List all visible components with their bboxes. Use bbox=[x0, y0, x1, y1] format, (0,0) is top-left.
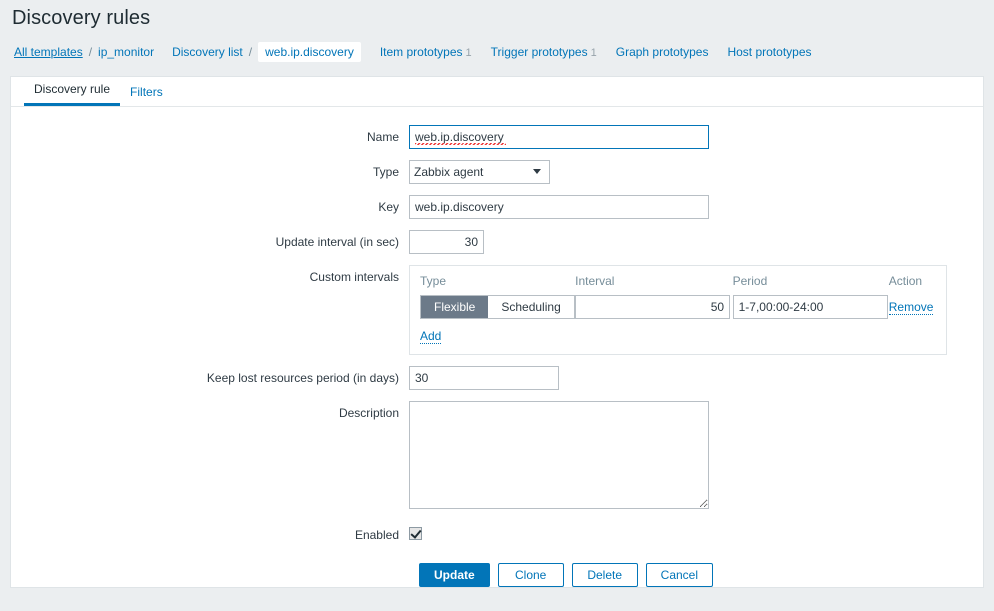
form-actions: Update Clone Delete Cancel bbox=[419, 563, 983, 587]
custom-intervals-box: Type Interval Period Action Flexible Sch… bbox=[409, 265, 947, 355]
update-interval-input[interactable] bbox=[409, 230, 484, 254]
column-header-type: Type bbox=[420, 274, 447, 288]
page-header: Discovery rules bbox=[0, 0, 994, 37]
custom-intervals-header-row: Type Interval Period Action bbox=[420, 274, 936, 295]
nav-item-trigger-prototypes-count: 1 bbox=[590, 46, 597, 59]
tab-filters[interactable]: Filters bbox=[120, 80, 173, 106]
clone-button[interactable]: Clone bbox=[497, 563, 564, 587]
type-select-wrapper: Zabbix agent bbox=[409, 160, 550, 184]
table-row: Flexible Scheduling 50 1-7,00:00-24:00 R… bbox=[420, 295, 936, 319]
column-header-action: Action bbox=[888, 274, 923, 288]
breadcrumb-template[interactable]: ip_monitor bbox=[98, 45, 154, 59]
breadcrumb-separator-1: / bbox=[88, 44, 93, 59]
nav-item-item-prototypes-label: Item prototypes bbox=[379, 44, 463, 59]
enabled-label: Enabled bbox=[354, 528, 399, 542]
toggle-option-scheduling[interactable]: Scheduling bbox=[488, 296, 574, 318]
remove-interval-link[interactable]: Remove bbox=[888, 300, 934, 315]
breadcrumb-discovery-list[interactable]: Discovery list bbox=[172, 45, 243, 59]
interval-type-toggle[interactable]: Flexible Scheduling bbox=[420, 295, 575, 319]
breadcrumb: All templates / ip_monitor Discovery lis… bbox=[0, 37, 994, 66]
key-label: Key bbox=[378, 200, 399, 214]
cell-interval bbox=[575, 295, 732, 319]
nav-item-trigger-prototypes[interactable]: Trigger prototypes 1 bbox=[491, 45, 597, 59]
keep-lost-label: Keep lost resources period (in days) bbox=[206, 371, 399, 385]
type-label: Type bbox=[372, 165, 399, 179]
discovery-rule-form: Name Type Zabbix agent Key bbox=[11, 107, 983, 587]
add-interval-row: Add bbox=[420, 329, 936, 344]
description-label: Description bbox=[338, 406, 399, 420]
period-input[interactable] bbox=[732, 295, 888, 319]
form-row-description: Description bbox=[11, 401, 983, 512]
name-label: Name bbox=[366, 130, 399, 144]
nav-item-item-prototypes[interactable]: Item prototypes 1 bbox=[380, 45, 472, 59]
nav-item-item-prototypes-count: 1 bbox=[465, 46, 472, 59]
form-row-keep-lost-resources: Keep lost resources period (in days) bbox=[11, 366, 983, 390]
nav-item-graph-prototypes-label: Graph prototypes bbox=[615, 44, 709, 59]
cancel-button[interactable]: Cancel bbox=[645, 563, 714, 587]
tab-discovery-rule[interactable]: Discovery rule bbox=[24, 77, 121, 106]
breadcrumb-current-rule[interactable]: web.ip.discovery bbox=[258, 41, 361, 62]
keep-lost-input[interactable] bbox=[409, 366, 559, 390]
key-input[interactable] bbox=[409, 195, 709, 219]
column-header-period: Period bbox=[732, 274, 768, 288]
tab-bar: Discovery rule Filters bbox=[11, 77, 983, 107]
nav-item-graph-prototypes[interactable]: Graph prototypes bbox=[616, 45, 709, 59]
delete-button[interactable]: Delete bbox=[571, 563, 638, 587]
custom-intervals-label: Custom intervals bbox=[309, 270, 399, 284]
nav-item-host-prototypes-label: Host prototypes bbox=[727, 44, 812, 59]
page-title: Discovery rules bbox=[12, 7, 151, 29]
cell-type: Flexible Scheduling bbox=[420, 295, 575, 319]
cell-action: Remove bbox=[888, 295, 936, 319]
nav-item-trigger-prototypes-label: Trigger prototypes bbox=[490, 44, 588, 59]
cell-period bbox=[732, 295, 889, 319]
name-input[interactable] bbox=[409, 125, 709, 149]
form-row-type: Type Zabbix agent bbox=[11, 160, 983, 184]
nav-item-host-prototypes[interactable]: Host prototypes bbox=[727, 45, 811, 59]
type-select[interactable]: Zabbix agent bbox=[409, 160, 550, 184]
column-header-interval: Interval bbox=[575, 274, 615, 288]
form-row-key: Key bbox=[11, 195, 983, 219]
add-interval-link[interactable]: Add bbox=[420, 329, 442, 344]
custom-intervals-table: Type Interval Period Action Flexible Sch… bbox=[420, 274, 936, 319]
form-row-update-interval: Update interval (in sec) bbox=[11, 230, 983, 254]
description-textarea[interactable] bbox=[409, 401, 709, 509]
form-row-custom-intervals: Custom intervals Type Interval Period Ac… bbox=[11, 265, 983, 355]
breadcrumb-separator-2: / bbox=[248, 44, 253, 59]
form-row-name: Name bbox=[11, 125, 983, 149]
name-spellcheck-wrapper bbox=[409, 125, 709, 149]
enabled-checkbox[interactable] bbox=[409, 527, 422, 540]
interval-input[interactable] bbox=[575, 295, 731, 319]
toggle-option-flexible[interactable]: Flexible bbox=[421, 296, 489, 318]
content-card: Discovery rule Filters Name Type Zabbix … bbox=[10, 76, 984, 588]
breadcrumb-all-templates[interactable]: All templates bbox=[14, 45, 83, 59]
form-row-enabled: Enabled bbox=[11, 523, 983, 542]
update-interval-label: Update interval (in sec) bbox=[275, 235, 399, 249]
update-button[interactable]: Update bbox=[419, 563, 490, 587]
